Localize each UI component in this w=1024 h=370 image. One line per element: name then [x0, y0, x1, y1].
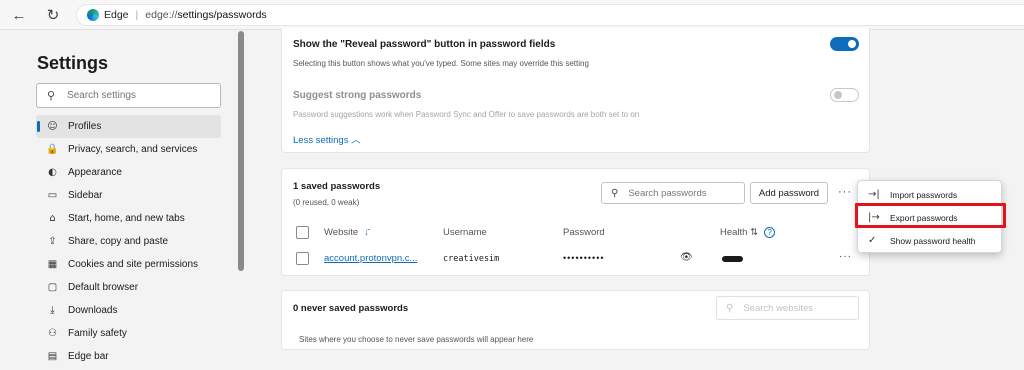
suggest-passwords-toggle[interactable] [830, 88, 859, 102]
settings-search-box[interactable]: ⚲ [36, 83, 221, 108]
sidebar-item-share[interactable]: ⇪ Share, copy and paste [36, 230, 221, 253]
sidebar-item-label: Appearance [68, 167, 122, 178]
chevron-up-icon: ︿ [351, 135, 361, 146]
health-column-header[interactable]: Health ⇅? [720, 227, 776, 238]
search-icon: ⚲ [47, 90, 56, 102]
saved-passwords-summary: (0 reused, 0 weak) [293, 198, 360, 207]
sidebar-item-cookies[interactable]: ▦ Cookies and site permissions [36, 253, 221, 276]
search-icon: ⚲ [611, 187, 619, 199]
eye-icon[interactable]: 👁 [680, 252, 693, 263]
sidebar-item-label: Downloads [68, 305, 118, 316]
lock-icon: 🔒 [46, 144, 59, 155]
address-bar[interactable]: Edge | edge:// settings/passwords [76, 4, 1024, 26]
sidebar-item-appearance[interactable]: ◐ Appearance [36, 161, 221, 184]
more-options-icon[interactable]: ··· [838, 186, 852, 198]
website-link[interactable]: account.protonvpn.c... [324, 253, 417, 264]
sidebar-item-edge-bar[interactable]: ▤ Edge bar [36, 345, 221, 368]
checkmark-icon: ✓ [868, 235, 877, 246]
never-saved-card: 0 never saved passwords ⚲ Search website… [281, 290, 870, 350]
health-header-label: Health [720, 227, 748, 238]
menu-item-label: Show password health [890, 235, 976, 246]
download-icon: ⤓ [50, 305, 55, 316]
password-search-box[interactable]: ⚲ Search passwords [601, 182, 745, 204]
browser-brand: Edge [104, 9, 129, 21]
sidebar-item-privacy[interactable]: 🔒 Privacy, search, and services [36, 138, 221, 161]
back-arrow-icon[interactable]: ← [8, 5, 30, 25]
password-value: •••••••••• [563, 253, 605, 263]
home-icon: ⌂ [49, 213, 56, 224]
select-all-checkbox[interactable] [296, 226, 309, 239]
row-more-options-icon[interactable]: ··· [839, 251, 852, 262]
sidebar-title: Settings [37, 53, 109, 73]
sidebar-nav: ☺ Profiles 🔒 Privacy, search, and services… [36, 115, 221, 368]
export-highlight-box [855, 203, 1006, 228]
cookies-icon: ▦ [47, 259, 58, 270]
url-path: settings/passwords [177, 9, 267, 21]
less-settings-label: Less settings [293, 135, 349, 146]
sidebar-item-start-home[interactable]: ⌂ Start, home, and new tabs [36, 207, 221, 230]
row-checkbox[interactable] [296, 252, 309, 265]
website-header-label: Website [324, 227, 359, 238]
website-search-placeholder: Search websites [743, 302, 814, 314]
sidebar-item-family-safety[interactable]: ⚇ Family safety [36, 322, 221, 345]
sidebar-item-profiles[interactable]: ☺ Profiles [36, 115, 221, 138]
reveal-setting-desc: Selecting this button shows what you've … [293, 59, 589, 68]
sort-icon[interactable]: ⇅ [750, 227, 758, 238]
sidebar-item-label: Family safety [68, 328, 127, 339]
password-settings-card: Show the "Reveal password" button in pas… [281, 28, 870, 153]
suggest-setting-title: Suggest strong passwords [293, 90, 422, 101]
sort-descending-icon[interactable]: ↓̄ [364, 227, 369, 238]
address-separator: | [135, 9, 139, 21]
sidebar-item-label: Edge bar [68, 351, 109, 362]
sidebar-item-label: Default browser [68, 282, 139, 293]
menu-item-show-health[interactable]: ✓ Show password health [858, 230, 1003, 251]
help-icon[interactable]: ? [764, 227, 776, 238]
import-icon: →| [868, 189, 880, 200]
less-settings-link[interactable]: Less settings ︿ [293, 132, 361, 146]
saved-passwords-count: 1 saved passwords [293, 181, 381, 192]
sidebar-item-label: Cookies and site permissions [68, 259, 199, 270]
browser-icon: ▢ [47, 282, 58, 293]
sidebar-item-label: Privacy, search, and services [68, 144, 198, 155]
menu-item-label: Import passwords [890, 189, 958, 200]
share-icon: ⇪ [48, 236, 57, 247]
reveal-setting-title: Show the "Reveal password" button in pas… [293, 39, 556, 50]
username-column-header: Username [443, 227, 487, 238]
edge-logo-icon [87, 9, 99, 21]
sidebar-item-label: Profiles [68, 121, 102, 132]
sidebar-item-default-browser[interactable]: ▢ Default browser [36, 276, 221, 299]
menu-item-import[interactable]: →| Import passwords [858, 184, 1003, 205]
profile-icon: ☺ [47, 121, 58, 132]
sidebar-item-label: Start, home, and new tabs [68, 213, 185, 224]
password-search-placeholder: Search passwords [628, 187, 707, 199]
refresh-icon[interactable]: ↻ [42, 5, 64, 25]
reveal-password-toggle[interactable] [830, 37, 859, 51]
never-saved-title: 0 never saved passwords [293, 303, 409, 314]
appearance-icon: ◐ [48, 167, 57, 178]
sidebar-item-sidebar[interactable]: ▭ Sidebar [36, 184, 221, 207]
url-prefix: edge:// [145, 9, 178, 21]
sidebar-scrollbar[interactable] [238, 31, 244, 271]
never-saved-desc: Sites where you choose to never save pas… [299, 335, 534, 344]
add-password-button[interactable]: Add password [750, 182, 828, 204]
website-column-header[interactable]: Website ↓̄ [324, 227, 369, 238]
sidebar-item-downloads[interactable]: ⤓ Downloads [36, 299, 221, 322]
settings-sidebar: Settings ⚲ ☺ Profiles 🔒 Privacy, search, a… [0, 31, 240, 370]
sidebar-item-label: Share, copy and paste [68, 236, 169, 247]
website-search-box[interactable]: ⚲ Search websites [716, 296, 859, 320]
password-column-header: Password [563, 227, 605, 238]
browser-toolbar: ← ↻ Edge | edge:// settings/passwords [0, 0, 1024, 30]
settings-search-input[interactable] [67, 90, 208, 101]
family-icon: ⚇ [48, 328, 57, 339]
saved-passwords-card: 1 saved passwords (0 reused, 0 weak) ⚲ S… [281, 168, 870, 276]
sidebar-item-label: Sidebar [68, 190, 103, 201]
search-icon: ⚲ [726, 302, 734, 314]
sidebar-icon: ▭ [47, 190, 58, 201]
username-value: creativesim [443, 254, 500, 264]
suggest-setting-desc: Password suggestions work when Password … [293, 110, 640, 119]
edge-bar-icon: ▤ [47, 351, 58, 362]
password-health-indicator [722, 256, 743, 262]
